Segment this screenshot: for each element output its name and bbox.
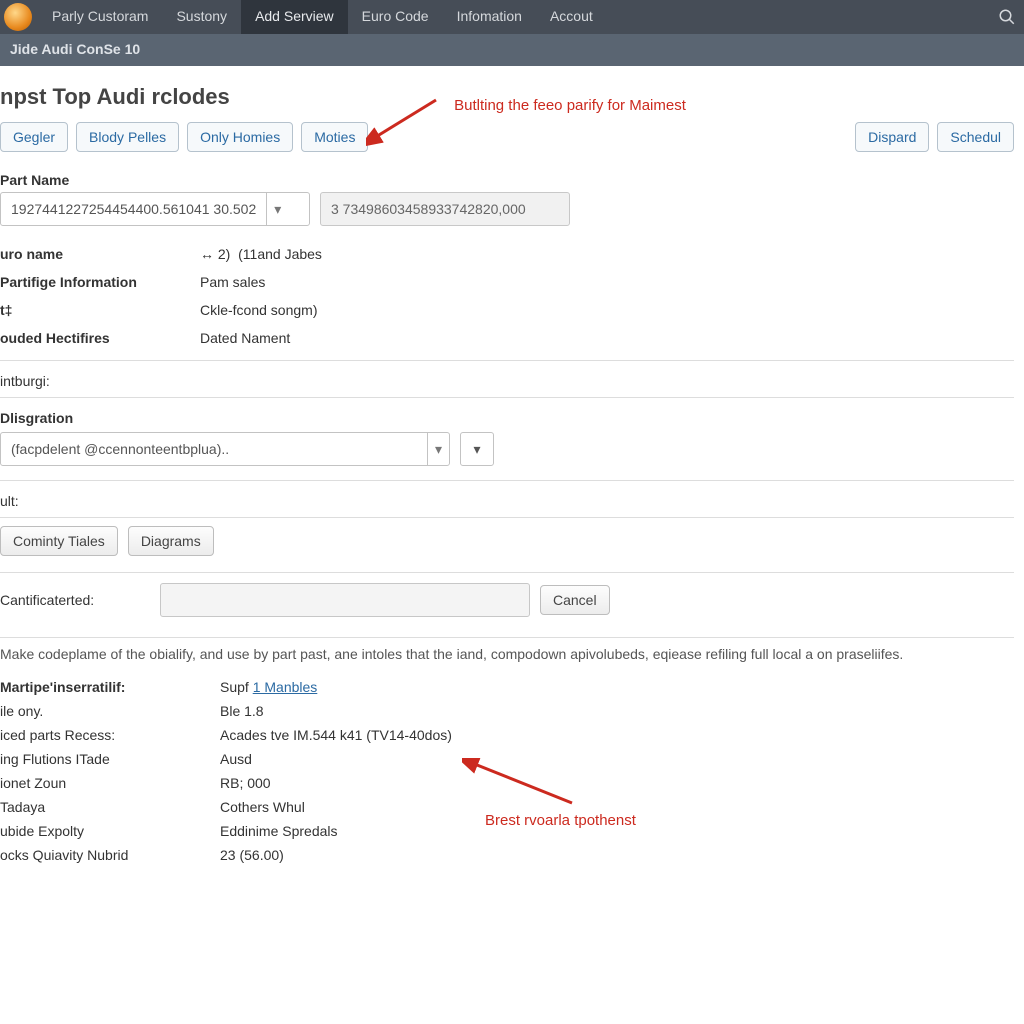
expolty-value: Eddinime Spredals (220, 823, 338, 839)
ult-label: ult: (0, 493, 1014, 509)
quivity-label: ocks Quiavity Nubrid (0, 847, 220, 863)
nav-add-serview[interactable]: Add Serview (241, 0, 348, 34)
martipe-pre: Supf (220, 679, 253, 695)
part-code-value: 3 73498603458933742820,000 (331, 201, 526, 217)
context-title: Jide Audi ConSe 10 (10, 41, 140, 57)
euro-name-label: uro name (0, 246, 200, 262)
star-label: t‡ (0, 302, 200, 318)
schedule-button[interactable]: Schedul (937, 122, 1014, 152)
dispard-button[interactable]: Dispard (855, 122, 929, 152)
chevron-down-icon: ▾ (473, 441, 480, 458)
tadaya-label: Tadaya (0, 799, 220, 815)
part-name-label: Part Name (0, 166, 1014, 192)
euro-name-value: (11and Jabes (238, 246, 322, 262)
ile-ony-label: ile ony. (0, 703, 220, 719)
parts-recess-label: iced parts Recess: (0, 727, 220, 743)
expolty-label: ubide Expolty (0, 823, 220, 839)
ile-ony-value: Ble 1.8 (220, 703, 264, 719)
martipe-label: Martipe'inserratilif: (0, 679, 220, 695)
parts-recess-value: Acades tve IM.544 k41 (TV14-40dos) (220, 727, 452, 743)
page-title: npst Top Audi rclodes (0, 84, 1014, 110)
part-select-value: 1927441227254454400.561041 30.502 (1, 201, 266, 217)
flutions-value: Ausd (220, 751, 252, 767)
chevron-down-icon: ▾ (266, 193, 288, 225)
nav-sustony[interactable]: Sustony (162, 0, 241, 34)
cantificaterted-input[interactable] (160, 583, 530, 617)
chevron-down-icon: ▾ (427, 433, 449, 465)
nav-account[interactable]: Accout (536, 0, 607, 34)
part-code-readonly: 3 73498603458933742820,000 (320, 192, 570, 226)
context-bar: Jide Audi ConSe 10 (0, 34, 1024, 66)
filter-blody-pelles[interactable]: Blody Pelles (76, 122, 179, 152)
nav-information[interactable]: Infomation (443, 0, 536, 34)
partifige-value: Pam sales (200, 274, 265, 290)
dlisgration-expand-button[interactable]: ▾ (460, 432, 494, 466)
cantificaterted-label: Cantificaterted: (0, 592, 150, 608)
tadaya-value: Cothers Whul (220, 799, 305, 815)
app-logo-icon (4, 3, 32, 31)
dlisgration-select[interactable]: (facpdelent @ccennonteentbplua).. ▾ (0, 432, 450, 466)
help-note: Make codeplame of the obialify, and use … (0, 637, 1014, 675)
quivity-value: 23 (56.00) (220, 847, 284, 863)
flutions-label: ing Flutions ITade (0, 751, 220, 767)
intburgi-label: intburgi: (0, 373, 1014, 389)
swap-icon: ↔ 2) (200, 246, 230, 262)
zoun-label: ionet Zoun (0, 775, 220, 791)
filter-gegler[interactable]: Gegler (0, 122, 68, 152)
partifige-label: Partifige Information (0, 274, 200, 290)
search-icon[interactable] (990, 0, 1024, 34)
hectifires-value: Dated Nament (200, 330, 290, 346)
nav-euro-code[interactable]: Euro Code (348, 0, 443, 34)
star-value: Ckle-fcond songm) (200, 302, 318, 318)
manbles-link[interactable]: 1 Manbles (253, 679, 318, 695)
cominty-tiales-button[interactable]: Cominty Tiales (0, 526, 118, 556)
dlisgration-value: (facpdelent @ccennonteentbplua).. (1, 441, 427, 457)
top-nav: Parly Custoram Sustony Add Serview Euro … (38, 0, 990, 34)
zoun-value: RB; 000 (220, 775, 271, 791)
hectifires-label: ouded Hectifires (0, 330, 200, 346)
filter-only-homies[interactable]: Only Homies (187, 122, 293, 152)
nav-parly[interactable]: Parly Custoram (38, 0, 162, 34)
dlisgration-label: Dlisgration (0, 410, 1014, 426)
cancel-button[interactable]: Cancel (540, 585, 610, 615)
diagrams-button[interactable]: Diagrams (128, 526, 214, 556)
filter-moties[interactable]: Moties (301, 122, 368, 152)
part-name-select[interactable]: 1927441227254454400.561041 30.502 ▾ (0, 192, 310, 226)
